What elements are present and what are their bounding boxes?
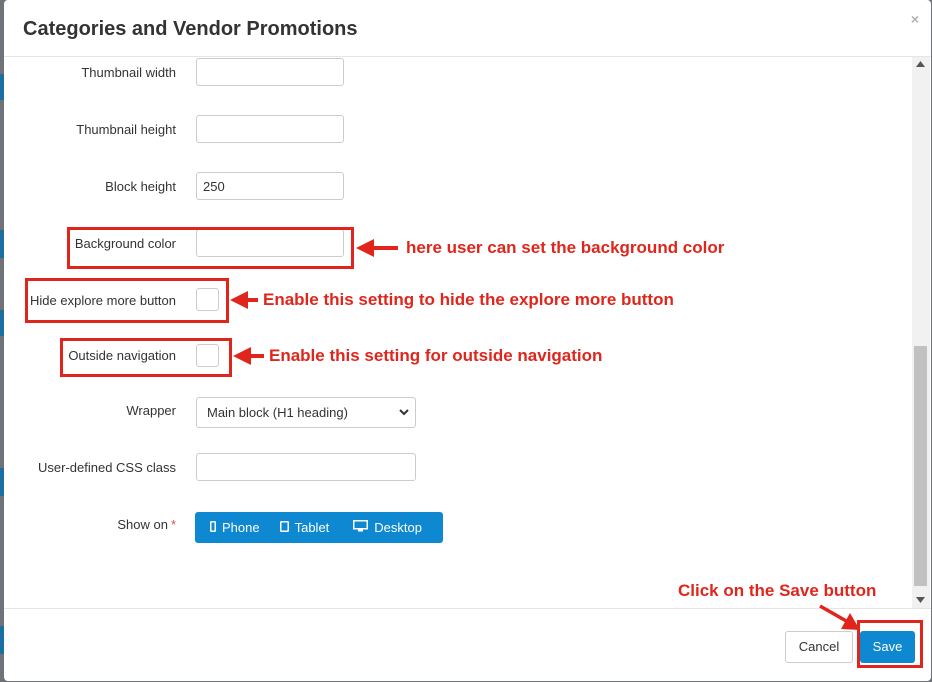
outside-navigation-note: Enable this setting for outside navigati… (269, 346, 603, 365)
save-note: Click on the Save button (678, 581, 877, 600)
scroll-down-arrow-icon[interactable] (916, 596, 925, 605)
thumbnail-height-label: Thumbnail height (76, 122, 176, 137)
hide-explore-more-highlight (25, 278, 229, 323)
modal-body: Thumbnail width Thumbnail height Block h… (4, 57, 931, 608)
wrapper-select[interactable]: Main block (H1 heading) (196, 397, 416, 428)
show-on-button-group: Phone Tablet Desktop (195, 512, 443, 543)
background-color-highlight (67, 227, 354, 269)
thumbnail-width-label: Thumbnail width (81, 65, 176, 80)
phone-icon (210, 520, 222, 535)
thumbnail-width-input[interactable] (196, 58, 344, 86)
thumbnail-height-input[interactable] (196, 115, 344, 143)
desktop-label: Desktop (374, 520, 422, 535)
show-on-phone-button[interactable]: Phone (195, 512, 270, 543)
tablet-icon (279, 520, 295, 535)
required-marker: * (170, 517, 176, 532)
block-height-input[interactable]: 250 (196, 172, 344, 200)
desktop-icon (353, 520, 374, 535)
show-on-desktop-button[interactable]: Desktop (339, 512, 432, 543)
show-on-tablet-button[interactable]: Tablet (270, 512, 340, 543)
wrapper-label: Wrapper (126, 403, 176, 418)
modal-header: Categories and Vendor Promotions × (4, 0, 931, 57)
show-on-label: Show on * (117, 517, 176, 532)
close-icon[interactable]: × (911, 11, 919, 27)
modal-footer: Cancel Save (4, 608, 931, 682)
cancel-button[interactable]: Cancel (785, 631, 853, 663)
modal-scrollbar[interactable] (912, 57, 930, 608)
css-class-input[interactable] (196, 453, 416, 481)
wrapper-selected-value: Main block (H1 heading) (207, 405, 348, 420)
hide-explore-note: Enable this setting to hide the explore … (263, 290, 674, 309)
tablet-label: Tablet (294, 520, 330, 535)
save-button-highlight (857, 620, 923, 668)
outside-navigation-highlight (60, 338, 232, 377)
scroll-up-arrow-icon[interactable] (916, 60, 925, 69)
scroll-thumb[interactable] (914, 346, 927, 586)
chevron-down-icon (399, 398, 409, 439)
background-color-note: here user can set the background color (406, 238, 725, 257)
block-height-label: Block height (105, 179, 176, 194)
css-class-label: User-defined CSS class (38, 460, 176, 475)
phone-label: Phone (222, 520, 260, 535)
show-on-label-text: Show on (117, 517, 168, 532)
modal-title: Categories and Vendor Promotions (23, 18, 358, 40)
